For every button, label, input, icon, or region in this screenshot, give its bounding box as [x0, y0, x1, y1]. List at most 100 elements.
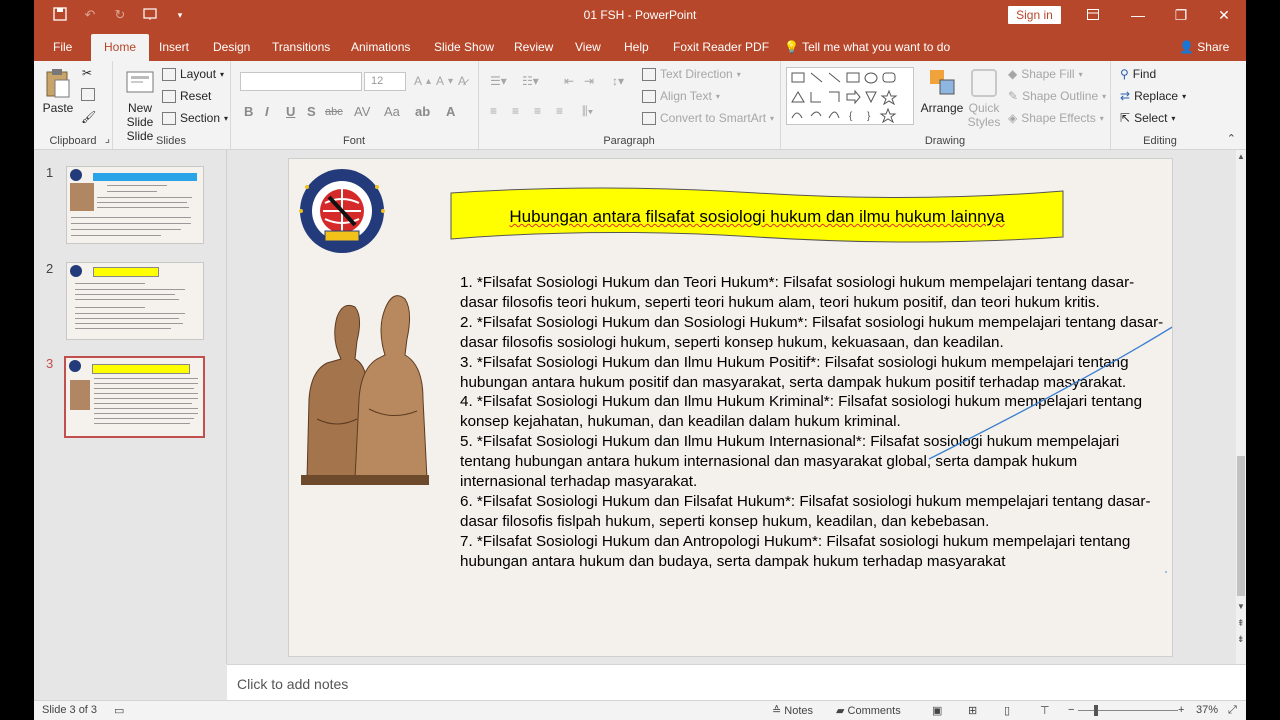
find-button[interactable]: ⚲ Find — [1120, 67, 1156, 81]
section-button[interactable]: Section ▾ — [162, 111, 228, 125]
close-icon[interactable]: ✕ — [1209, 5, 1239, 25]
format-painter-icon[interactable]: 🖌 — [81, 110, 96, 124]
comment-icon: ▰ — [836, 705, 845, 717]
increase-indent-icon[interactable]: ⇥ — [584, 74, 594, 88]
clear-formatting-icon[interactable]: A̷ — [458, 74, 466, 88]
sign-in-button[interactable]: Sign in — [1008, 6, 1061, 24]
current-slide[interactable]: Hubungan antara filsafat sosiologi hukum… — [288, 158, 1173, 657]
align-center-icon[interactable]: ≡ — [512, 104, 519, 118]
collapse-ribbon-icon[interactable]: ⌃ — [1227, 132, 1236, 145]
strikethrough-button[interactable]: abc — [325, 106, 343, 118]
numbering-icon[interactable]: ☷▾ — [522, 74, 539, 88]
bullets-icon[interactable]: ☰▾ — [490, 74, 507, 88]
tab-foxit-reader-pdf[interactable]: Foxit Reader PDF — [673, 40, 769, 54]
underline-button[interactable]: U — [286, 104, 295, 119]
align-right-icon[interactable]: ≡ — [534, 104, 541, 118]
tab-review[interactable]: Review — [514, 40, 553, 54]
accessibility-icon[interactable]: ▭ — [114, 704, 124, 717]
line-spacing-icon[interactable]: ↕▾ — [612, 74, 624, 88]
ribbon-display-options-icon[interactable] — [1078, 5, 1108, 25]
slide-thumbnail-1[interactable] — [66, 166, 204, 244]
bold-button[interactable]: B — [244, 104, 253, 119]
shape-effects-button[interactable]: ◈ Shape Effects ▾ — [1008, 111, 1104, 125]
title-bar: ↶ ↻ ▾ 01 FSH - PowerPoint Sign in — ❐ ✕ — [34, 0, 1246, 31]
tab-home[interactable]: Home — [91, 34, 150, 61]
slide-sorter-icon[interactable]: ⊞ — [968, 704, 977, 717]
new-slide-button[interactable]: New Slide Slide — [120, 67, 160, 143]
slide-show-icon[interactable]: ⊤ — [1040, 704, 1050, 717]
zoom-in-icon[interactable]: + — [1178, 704, 1184, 716]
paste-button[interactable]: Paste — [40, 67, 76, 115]
share-button[interactable]: 👤 Share — [1179, 40, 1229, 54]
quick-styles-button[interactable]: Quick Styles — [964, 67, 1004, 129]
tab-slide-show[interactable]: Slide Show — [434, 40, 494, 54]
font-name-combo[interactable] — [240, 72, 362, 91]
editing-group: ⚲ Find ⇄ Replace ▾ ⇱ Select ▾ Editing — [1110, 61, 1210, 149]
slide-thumbnail-2[interactable] — [66, 262, 204, 340]
highlight-color-icon[interactable]: ab — [415, 104, 430, 119]
align-left-icon[interactable]: ≡ — [490, 104, 497, 118]
minimize-icon[interactable]: — — [1123, 5, 1153, 25]
vertical-scrollbar[interactable]: ▲ ▼ ⇞ ⇟ — [1236, 150, 1246, 664]
notes-button[interactable]: ≙ Notes — [772, 704, 813, 717]
tab-animations[interactable]: Animations — [351, 40, 410, 54]
tab-view[interactable]: View — [575, 40, 601, 54]
scroll-down-icon[interactable]: ▼ — [1237, 602, 1245, 611]
zoom-out-icon[interactable]: − — [1068, 704, 1074, 716]
character-spacing-icon[interactable]: AV — [354, 104, 370, 119]
increase-font-icon[interactable]: A ▴ — [414, 74, 431, 88]
columns-icon[interactable]: ⫼▾ — [582, 104, 593, 119]
select-button[interactable]: ⇱ Select ▾ — [1120, 111, 1175, 125]
justify-icon[interactable]: ≡ — [556, 104, 563, 118]
zoom-slider[interactable] — [1078, 710, 1178, 711]
previous-slide-icon[interactable]: ⇞ — [1237, 618, 1245, 629]
zoom-slider-thumb[interactable] — [1094, 705, 1098, 716]
align-text-button[interactable]: Align Text ▾ — [642, 89, 720, 103]
reset-button[interactable]: Reset — [162, 89, 211, 103]
shapes-gallery[interactable]: {} — [786, 67, 914, 125]
cut-icon[interactable]: ✂ — [82, 66, 92, 80]
text-shadow-button[interactable]: S — [307, 104, 316, 119]
comments-button[interactable]: ▰ Comments — [836, 704, 901, 717]
restore-icon[interactable]: ❐ — [1166, 5, 1196, 25]
svg-text:{: { — [849, 111, 853, 122]
convert-smartart-button[interactable]: Convert to SmartArt ▾ — [642, 111, 774, 125]
reading-view-icon[interactable]: ▯ — [1004, 704, 1010, 717]
scroll-up-icon[interactable]: ▲ — [1237, 152, 1245, 161]
font-color-icon[interactable]: A — [446, 104, 455, 119]
italic-button[interactable]: I — [265, 104, 269, 119]
fit-to-window-icon[interactable]: ⤢ — [1228, 704, 1237, 717]
tab-help[interactable]: Help — [624, 40, 649, 54]
replace-button[interactable]: ⇄ Replace ▾ — [1120, 89, 1186, 103]
arrange-button[interactable]: Arrange — [920, 67, 964, 115]
shape-fill-button[interactable]: ◆ Shape Fill ▾ — [1008, 67, 1083, 81]
clipboard-launcher-icon[interactable]: ⌟ — [105, 132, 110, 145]
shape-outline-button[interactable]: ✎ Shape Outline ▾ — [1008, 89, 1106, 103]
normal-view-icon[interactable]: ▣ — [932, 704, 942, 717]
layout-button[interactable]: Layout ▾ — [162, 67, 224, 81]
notes-pane[interactable]: Click to add notes — [227, 664, 1246, 701]
tell-me-search[interactable]: 💡 Tell me what you want to do — [784, 40, 950, 54]
tab-design[interactable]: Design — [213, 40, 250, 54]
scroll-thumb[interactable] — [1237, 456, 1245, 596]
text-direction-button[interactable]: Text Direction ▾ — [642, 67, 741, 81]
zoom-level[interactable]: 37% — [1196, 704, 1218, 716]
next-slide-icon[interactable]: ⇟ — [1237, 634, 1245, 645]
new-slide-icon — [124, 67, 156, 99]
dropdown-arrow-icon: ▾ — [1078, 69, 1083, 79]
change-case-icon[interactable]: Aa — [384, 104, 400, 119]
window-title: 01 FSH - PowerPoint — [583, 8, 697, 22]
tab-file[interactable]: File — [53, 40, 72, 54]
slide-thumbnail-3[interactable] — [64, 356, 205, 438]
font-size-combo[interactable]: 12 — [364, 72, 406, 91]
tab-insert[interactable]: Insert — [159, 40, 189, 54]
text-direction-icon — [642, 67, 656, 81]
tab-transitions[interactable]: Transitions — [272, 40, 330, 54]
dropdown-arrow-icon: ▾ — [1171, 113, 1176, 123]
decrease-font-icon[interactable]: A ▾ — [436, 74, 453, 88]
dropdown-arrow-icon: ▾ — [736, 69, 741, 79]
copy-icon[interactable] — [81, 88, 95, 101]
drawing-group: {} Arrange Quick Styles ◆ Shape Fill ▾ ✎ Sh… — [780, 61, 1111, 149]
ink-annotation — [928, 326, 1172, 573]
decrease-indent-icon[interactable]: ⇤ — [564, 74, 574, 88]
